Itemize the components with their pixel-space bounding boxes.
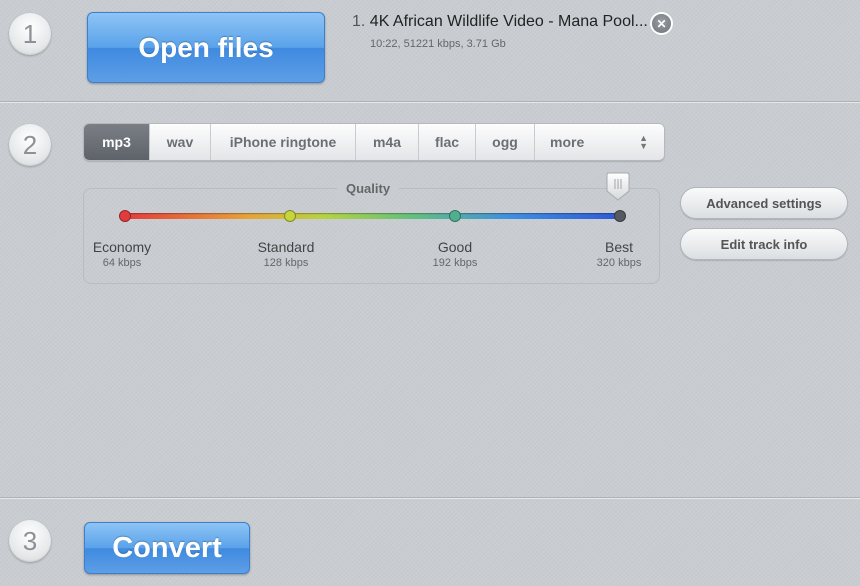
level-best-label[interactable]: Best <box>574 239 664 255</box>
updown-chevron-icon: ▲ ▼ <box>639 133 648 151</box>
open-files-button[interactable]: Open files <box>87 12 325 83</box>
level-standard-label[interactable]: Standard <box>241 239 331 255</box>
level-economy-rate: 64 kbps <box>102 257 142 269</box>
divider <box>0 497 860 499</box>
level-good-rate: 192 kbps <box>432 257 478 269</box>
level-dot-best[interactable] <box>614 210 626 222</box>
file-index: 1. <box>352 13 366 30</box>
more-label: more <box>550 134 585 150</box>
quality-label: Quality <box>337 181 400 196</box>
edit-track-info-button[interactable]: Edit track info <box>680 228 848 260</box>
step-3-badge: 3 <box>9 520 51 562</box>
tab-flac[interactable]: flac <box>419 124 476 160</box>
tab-mp3[interactable]: mp3 <box>84 124 150 160</box>
tab-iphone-ringtone[interactable]: iPhone ringtone <box>211 124 356 160</box>
level-economy-label[interactable]: Economy <box>77 239 167 255</box>
remove-file-icon[interactable]: ✕ <box>652 14 671 33</box>
format-selector: mp3 wav iPhone ringtone m4a flac ogg mor… <box>83 123 665 161</box>
level-standard-rate: 128 kbps <box>263 257 309 269</box>
level-dot-standard[interactable] <box>284 210 296 222</box>
level-dot-economy[interactable] <box>119 210 131 222</box>
divider <box>0 101 860 103</box>
more-formats-dropdown[interactable]: more ▲ ▼ <box>535 124 662 160</box>
level-dot-good[interactable] <box>449 210 461 222</box>
file-name: 4K African Wildlife Video - Mana Pool... <box>369 13 648 30</box>
tab-m4a[interactable]: m4a <box>356 124 419 160</box>
advanced-settings-button[interactable]: Advanced settings <box>680 187 848 219</box>
tab-wav[interactable]: wav <box>150 124 211 160</box>
step-2-badge: 2 <box>9 124 51 166</box>
quality-panel <box>83 188 660 284</box>
step-1-badge: 1 <box>9 13 51 55</box>
level-best-rate: 320 kbps <box>596 257 642 269</box>
quality-slider-track[interactable] <box>124 213 620 219</box>
file-meta: 10:22, 51221 kbps, 3.71 Gb <box>370 38 506 50</box>
file-item[interactable]: 1. 4K African Wildlife Video - Mana Pool… <box>352 13 648 31</box>
tab-ogg[interactable]: ogg <box>476 124 535 160</box>
level-good-label[interactable]: Good <box>410 239 500 255</box>
quality-slider-thumb[interactable] <box>606 171 630 201</box>
convert-button[interactable]: Convert <box>84 522 250 574</box>
